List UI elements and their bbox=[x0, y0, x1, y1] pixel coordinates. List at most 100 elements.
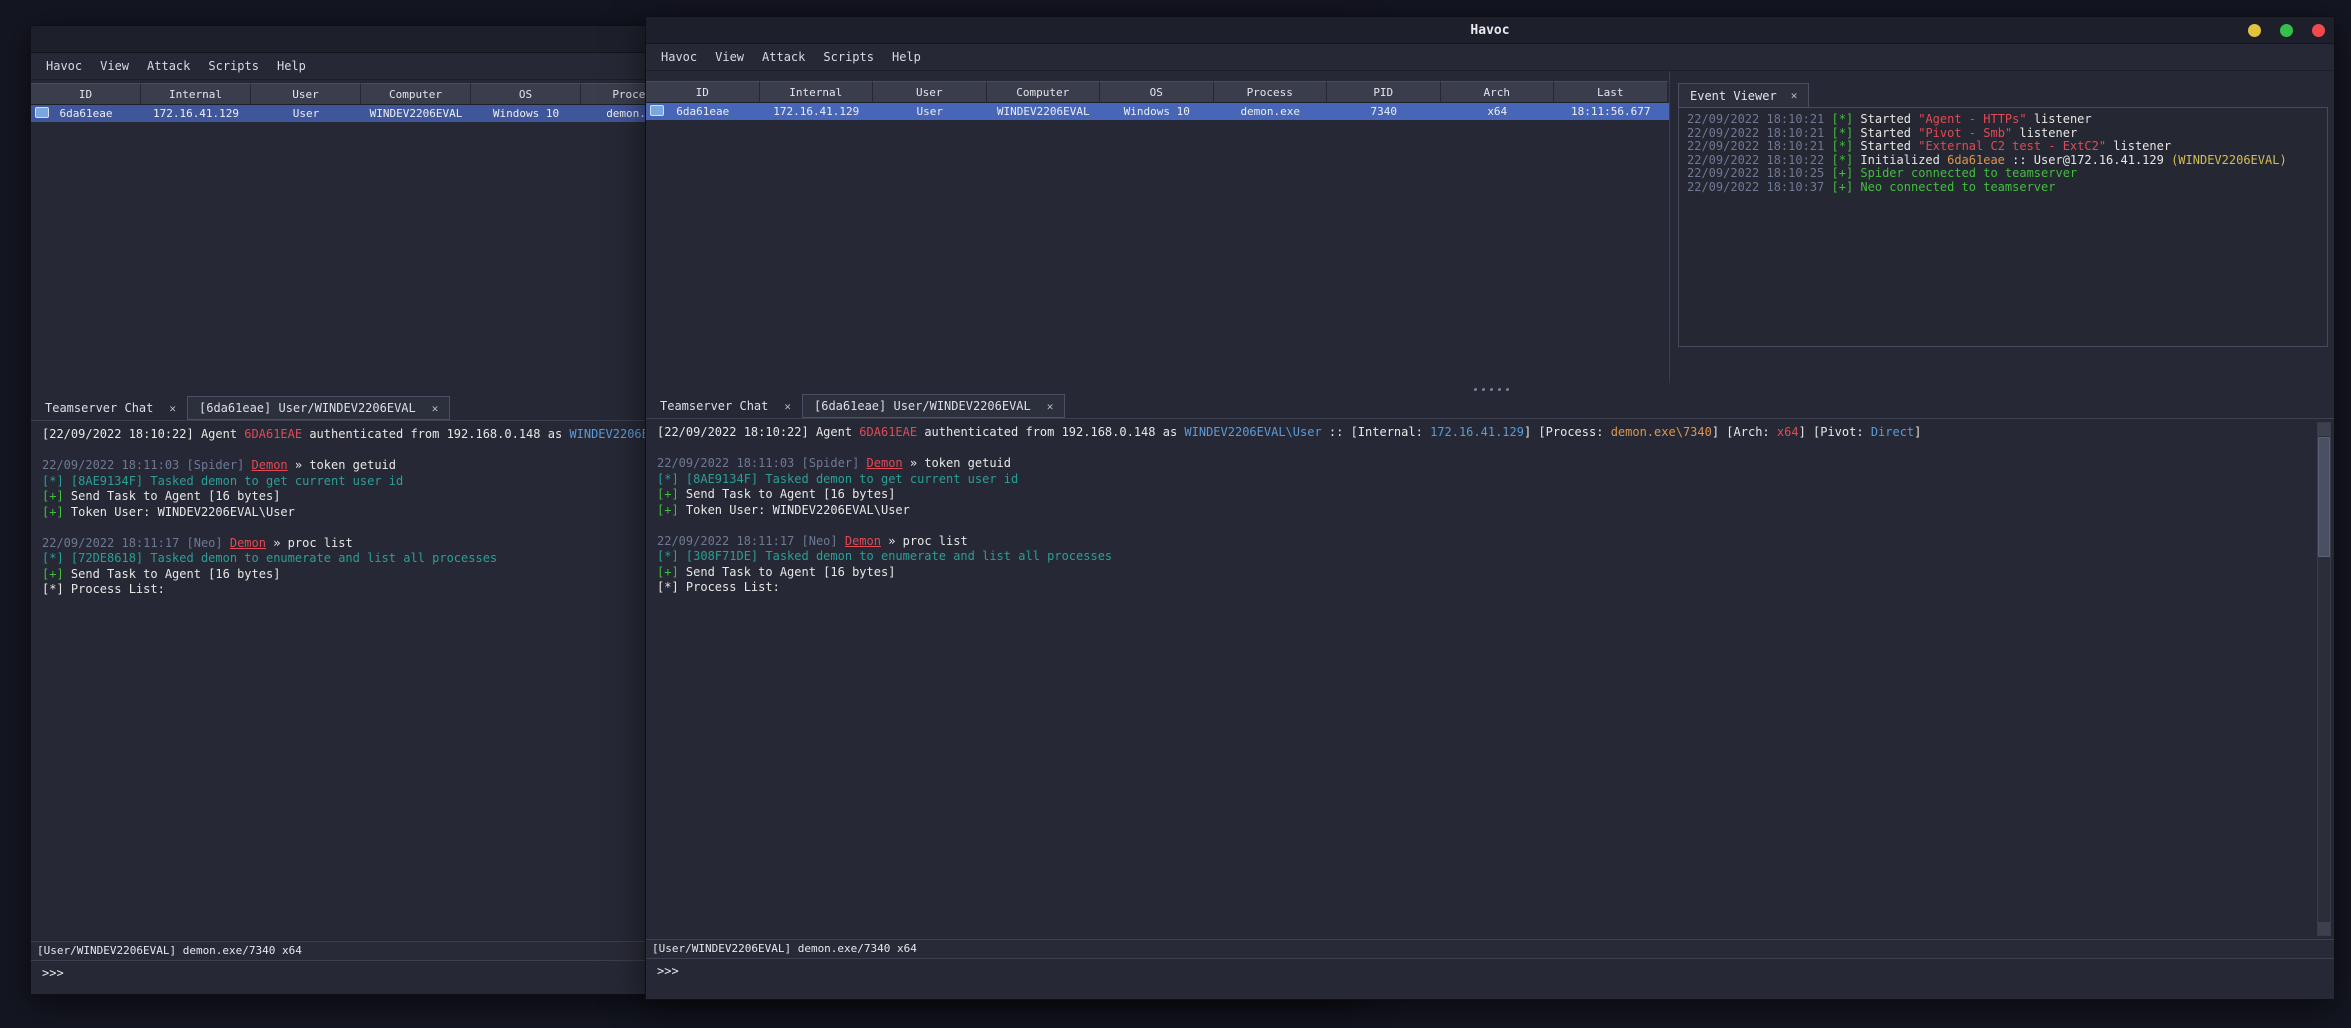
event-entry: 22/09/2022 18:10:21 [*] Started "Agent -… bbox=[1687, 113, 2092, 126]
column-header[interactable]: Internal bbox=[141, 83, 251, 105]
event-viewer-panel: Event Viewer ✕ 22/09/2022 18:10:21 [*] S… bbox=[1678, 83, 2328, 347]
console-tabs: Teamserver Chat ✕ [6da61eae] User/WINDEV… bbox=[34, 396, 451, 420]
scroll-up-icon[interactable] bbox=[2318, 423, 2330, 436]
menu-item[interactable]: Scripts bbox=[814, 46, 883, 68]
column-header[interactable]: Arch bbox=[1440, 81, 1554, 103]
close-icon[interactable]: ✕ bbox=[1047, 400, 1054, 413]
console-tab[interactable]: Teamserver Chat ✕ bbox=[649, 394, 802, 418]
console-line: [*] Process List: bbox=[657, 580, 780, 594]
close-icon[interactable]: ✕ bbox=[784, 400, 791, 413]
process-row: fontdrvhost.exe9486200x645 bbox=[657, 844, 2312, 860]
column-header[interactable]: ID bbox=[31, 83, 141, 105]
menu-item[interactable]: Scripts bbox=[199, 55, 268, 77]
column-header[interactable]: Last bbox=[1554, 81, 1668, 103]
command-input[interactable]: >>> bbox=[646, 959, 2334, 983]
process-row: System400x64149 bbox=[657, 658, 2312, 674]
process-table: NamePIDPPIDSessionArchThreadsUser ------… bbox=[657, 611, 2312, 921]
session-id: 6da61eae bbox=[676, 105, 730, 118]
status-text: [User/WINDEV2206EVAL] demon.exe/7340 x64 bbox=[37, 944, 302, 957]
menu-items: Havoc View Attack Scripts Help bbox=[37, 55, 315, 77]
close-icon[interactable]: ✕ bbox=[432, 402, 439, 415]
scrollbar[interactable] bbox=[2317, 422, 2331, 936]
event-log[interactable]: 22/09/2022 18:10:21 [*] Started "Agent -… bbox=[1678, 107, 2328, 347]
session-pid: 7340 bbox=[1370, 105, 1398, 118]
process-row: Registry13240x644 bbox=[657, 689, 2312, 705]
process-row: csrss.exe6406121x6412 bbox=[657, 751, 2312, 767]
window-title: Havoc bbox=[1470, 22, 1510, 38]
process-row: dwm.exe10447281x6421 bbox=[657, 906, 2312, 922]
menu-item[interactable]: Havoc bbox=[37, 55, 91, 77]
column-header[interactable]: Internal bbox=[759, 81, 873, 103]
process-header-row: --------------------------------- bbox=[657, 627, 2312, 643]
console[interactable]: [22/09/2022 18:10:22] Agent 6DA61EAE aut… bbox=[646, 419, 2334, 939]
event-entry: 22/09/2022 18:10:22 [*] Initialized 6da6… bbox=[1687, 153, 2287, 167]
column-header[interactable]: User bbox=[873, 81, 987, 103]
session-id: 6da61eae bbox=[59, 107, 113, 120]
console-tab[interactable]: [6da61eae] User/WINDEV2206EVAL ✕ bbox=[187, 396, 451, 420]
column-header[interactable]: User bbox=[251, 83, 361, 105]
menu-item[interactable]: Help bbox=[883, 46, 930, 68]
title-bar[interactable]: Havoc bbox=[646, 17, 2334, 44]
window-controls bbox=[2248, 24, 2325, 37]
close-icon[interactable]: ✕ bbox=[1791, 89, 1798, 102]
menu-item[interactable]: Attack bbox=[753, 46, 814, 68]
console-line: [+] Token User: WINDEV2206EVAL\User bbox=[657, 502, 910, 517]
session-user: User bbox=[916, 105, 944, 118]
status-text: [User/WINDEV2206EVAL] demon.exe/7340 x64 bbox=[652, 942, 917, 955]
process-row: fontdrvhost.exe9447281x645 bbox=[657, 859, 2312, 875]
menu-item[interactable]: Havoc bbox=[652, 46, 706, 68]
minimize-button[interactable] bbox=[2248, 24, 2261, 37]
process-row: csrss.exe5204960x6410 bbox=[657, 720, 2312, 736]
column-header[interactable]: OS bbox=[1100, 81, 1214, 103]
menu-items: Havoc View Attack Scripts Help bbox=[652, 46, 930, 68]
column-header[interactable]: PID bbox=[1327, 81, 1441, 103]
session-row[interactable]: 6da61eae 172.16.41.129 User WINDEV2206EV… bbox=[646, 103, 1669, 120]
scroll-thumb[interactable] bbox=[2318, 437, 2330, 557]
console-lines: [22/09/2022 18:10:22] Agent 6DA61EAE aut… bbox=[657, 425, 2312, 611]
process-row: Secure System7240x640 bbox=[657, 673, 2312, 689]
column-header[interactable]: Computer bbox=[986, 81, 1100, 103]
tab-label: [6da61eae] User/WINDEV2206EVAL bbox=[814, 399, 1031, 413]
session-internal: 172.16.41.129 bbox=[152, 107, 240, 120]
event-entry: 22/09/2022 18:10:21 [*] Started "Externa… bbox=[1687, 140, 2172, 153]
event-viewer-tab[interactable]: Event Viewer ✕ bbox=[1678, 83, 1810, 108]
menu-item[interactable]: View bbox=[91, 55, 138, 77]
scroll-down-icon[interactable] bbox=[2318, 922, 2330, 935]
menu-item[interactable]: View bbox=[706, 46, 753, 68]
close-button[interactable] bbox=[2312, 24, 2325, 37]
status-bar: [User/WINDEV2206EVAL] demon.exe/7340 x64 bbox=[646, 939, 2334, 959]
console-line: [*] [8AE9134F] Tasked demon to get curre… bbox=[657, 471, 1019, 486]
process-header-row: NamePIDPPIDSessionArchThreadsUser bbox=[657, 611, 2312, 627]
tab-label: Teamserver Chat bbox=[660, 399, 769, 413]
column-header[interactable]: ID bbox=[646, 81, 760, 103]
menu-item[interactable]: Help bbox=[268, 55, 315, 77]
session-user: User bbox=[292, 107, 320, 120]
column-header[interactable]: Computer bbox=[361, 83, 471, 105]
process-row: winlogon.exe7286121x643 bbox=[657, 782, 2312, 798]
splitter[interactable] bbox=[646, 383, 2334, 393]
havoc-window-front: Havoc Havoc View Attack Scripts Help ID Inter… bbox=[645, 16, 2335, 1000]
menu-item[interactable]: Attack bbox=[138, 55, 199, 77]
maximize-button[interactable] bbox=[2280, 24, 2293, 37]
console-line: 22/09/2022 18:11:03 [Spider] Demon » tok… bbox=[657, 456, 1012, 470]
monitor-icon bbox=[35, 107, 49, 118]
column-header[interactable]: Process bbox=[1213, 81, 1327, 103]
console-tab-bar: Teamserver Chat ✕ [6da61eae] User/WINDEV… bbox=[646, 393, 2334, 419]
event-entry: 22/09/2022 18:10:25 [+] Spider connected… bbox=[1687, 167, 2078, 180]
tab-label: [6da61eae] User/WINDEV2206EVAL bbox=[199, 401, 416, 415]
process-row: smss.exe38440x642 bbox=[657, 704, 2312, 720]
session-internal: 172.16.41.129 bbox=[773, 105, 860, 118]
prompt-label: >>> bbox=[657, 964, 679, 978]
process-row: services.exe7006200x647 bbox=[657, 766, 2312, 782]
close-icon[interactable]: ✕ bbox=[169, 402, 176, 415]
console-tab[interactable]: Teamserver Chat ✕ bbox=[34, 396, 187, 420]
tab-label: Event Viewer bbox=[1690, 88, 1777, 103]
session-computer: WINDEV2206EVAL bbox=[369, 107, 463, 120]
console-line: [22/09/2022 18:10:22] Agent 6DA61EAE aut… bbox=[657, 425, 1922, 439]
console-line: 22/09/2022 18:11:17 [Neo] Demon » proc l… bbox=[657, 533, 968, 548]
column-header[interactable]: OS bbox=[471, 83, 581, 105]
console-tab[interactable]: [6da61eae] User/WINDEV2206EVAL ✕ bbox=[802, 394, 1066, 418]
tab-label: Teamserver Chat bbox=[45, 401, 154, 415]
process-row: wininit.exe6204960x641 bbox=[657, 735, 2312, 751]
